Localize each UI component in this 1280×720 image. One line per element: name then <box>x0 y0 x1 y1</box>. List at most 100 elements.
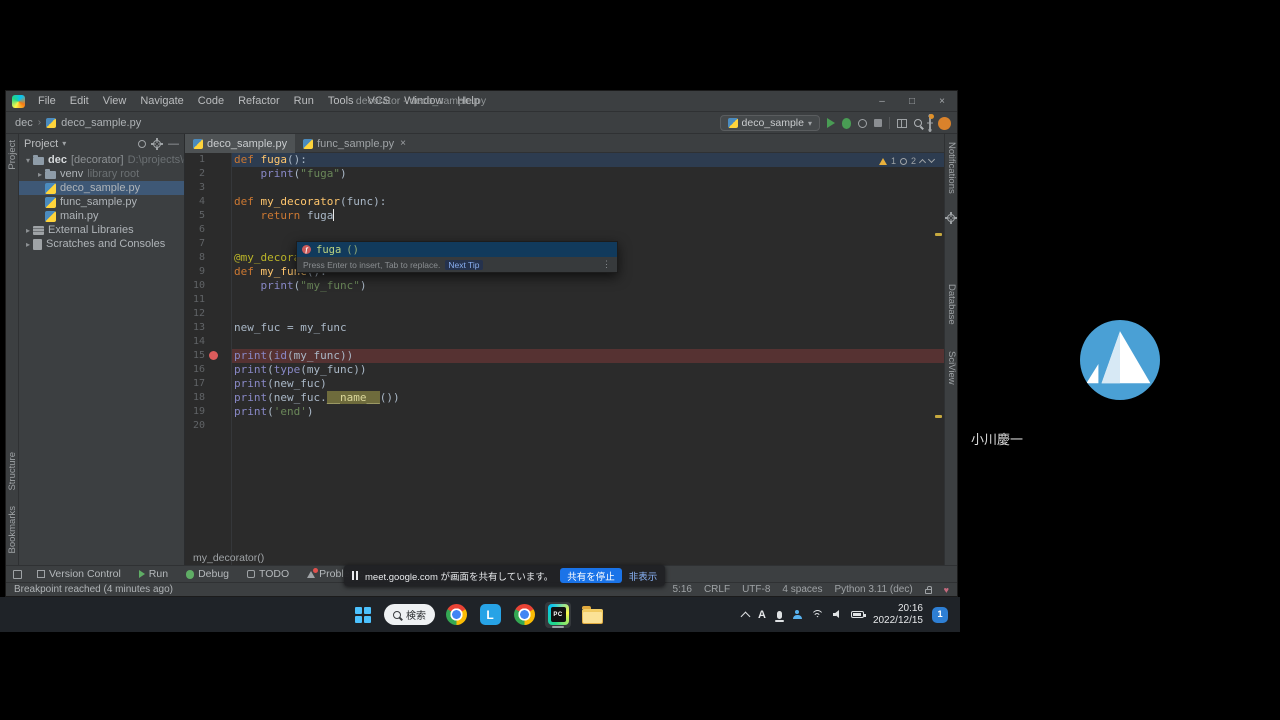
volume-icon[interactable] <box>833 610 842 619</box>
maximize-button[interactable]: □ <box>897 91 927 112</box>
hide-bar-button[interactable]: 非表示 <box>629 569 658 583</box>
code-line-19[interactable]: 19print('end') <box>185 405 944 419</box>
code-line-6[interactable]: 6 <box>185 223 944 237</box>
hide-panel-icon[interactable]: — <box>168 138 179 150</box>
tree-arrow-icon[interactable]: ▸ <box>23 240 33 249</box>
file-encoding[interactable]: UTF-8 <box>742 584 770 595</box>
code-line-11[interactable]: 11 <box>185 293 944 307</box>
more-icon[interactable]: ⋮ <box>602 259 611 270</box>
tool-window-button[interactable]: Run <box>130 566 177 582</box>
run-configuration-select[interactable]: deco_sample ▾ <box>720 115 820 131</box>
code-line-13[interactable]: 13new_fuc = my_func <box>185 321 944 335</box>
tree-row[interactable]: main.py <box>19 209 184 223</box>
tool-window-button[interactable]: Version Control <box>28 566 130 582</box>
debug-button[interactable] <box>842 118 851 129</box>
tool-stripe-sciview[interactable]: SciView <box>946 351 957 385</box>
breakpoint-icon[interactable] <box>209 351 218 360</box>
stop-sharing-button[interactable]: 共有を停止 <box>560 568 622 583</box>
menu-item[interactable]: Refactor <box>231 95 287 107</box>
tool-stripe-structure[interactable]: Structure <box>7 452 18 491</box>
profile-avatar[interactable] <box>938 117 951 130</box>
taskbar-search[interactable]: 検索 <box>384 604 435 625</box>
tool-stripe-bookmarks[interactable]: Bookmarks <box>7 506 18 554</box>
tray-overflow-icon[interactable] <box>741 611 751 621</box>
menu-item[interactable]: Code <box>191 95 231 107</box>
run-button[interactable] <box>827 118 835 128</box>
completion-item[interactable]: f fuga () <box>297 242 617 257</box>
close-button[interactable]: × <box>927 91 957 112</box>
tree-row[interactable]: deco_sample.py <box>19 181 184 195</box>
line-ending[interactable]: CRLF <box>704 584 730 595</box>
battery-icon[interactable] <box>851 611 864 618</box>
menu-item[interactable]: File <box>31 95 63 107</box>
tool-window-switcher-icon[interactable] <box>13 570 22 579</box>
chevron-down-icon[interactable]: ▾ <box>62 139 66 148</box>
tool-window-button[interactable]: TODO <box>238 566 298 582</box>
microphone-icon[interactable] <box>777 611 782 619</box>
taskbar-clock[interactable]: 20:16 2022/12/15 <box>873 603 923 627</box>
scope-breadcrumb[interactable]: my_decorator() <box>193 552 264 564</box>
cursor-position[interactable]: 5:16 <box>672 584 691 595</box>
python-interpreter[interactable]: Python 3.11 (dec) <box>834 584 912 595</box>
locate-icon[interactable] <box>138 140 146 148</box>
editor-tab[interactable]: deco_sample.py <box>185 134 295 153</box>
tool-stripe-project[interactable]: Project <box>7 140 18 170</box>
code-line-10[interactable]: 10 print("my_func") <box>185 279 944 293</box>
inspections-widget[interactable]: 1 2 <box>879 156 934 166</box>
tree-row[interactable]: ▸ venv library root <box>19 167 184 181</box>
next-tip-link[interactable]: Next Tip <box>445 260 482 270</box>
prev-issue-icon[interactable] <box>919 159 926 166</box>
code-line-14[interactable]: 14 <box>185 335 944 349</box>
code-line-4[interactable]: 4def my_decorator(func): <box>185 195 944 209</box>
taskbar-app-pycharm[interactable]: PC <box>545 602 571 628</box>
settings-gear-icon[interactable] <box>929 117 931 129</box>
search-everywhere-icon[interactable] <box>914 119 922 127</box>
code-editor[interactable]: 1def fuga():2 print("fuga")34def my_deco… <box>185 153 944 565</box>
menu-item[interactable]: Edit <box>63 95 96 107</box>
breadcrumb-root[interactable]: dec <box>15 117 33 129</box>
layout-icon[interactable] <box>897 119 907 128</box>
ime-indicator[interactable]: A <box>758 609 766 621</box>
tree-arrow-icon[interactable]: ▸ <box>35 170 45 179</box>
code-line-2[interactable]: 2 print("fuga") <box>185 167 944 181</box>
code-line-1[interactable]: 1def fuga(): <box>185 153 944 167</box>
run-coverage-button[interactable] <box>858 119 867 128</box>
presence-icon[interactable] <box>793 610 802 619</box>
tool-window-button[interactable]: Debug <box>177 566 238 582</box>
code-line-3[interactable]: 3 <box>185 181 944 195</box>
readonly-lock-icon[interactable] <box>925 589 932 594</box>
code-line-12[interactable]: 12 <box>185 307 944 321</box>
project-panel-title[interactable]: Project <box>24 138 58 150</box>
code-line-17[interactable]: 17print(new_fuc) <box>185 377 944 391</box>
menu-item[interactable]: View <box>96 95 134 107</box>
close-tab-icon[interactable]: × <box>400 138 406 149</box>
taskbar-app-line[interactable]: L <box>477 602 503 628</box>
breadcrumb-file[interactable]: deco_sample.py <box>61 117 141 129</box>
code-line-15[interactable]: 15print(id(my_func)) <box>185 349 944 363</box>
start-button[interactable] <box>350 602 376 628</box>
panel-settings-icon[interactable] <box>153 140 161 148</box>
code-line-20[interactable]: 20 <box>185 419 944 433</box>
taskbar-app-chrome[interactable] <box>443 602 469 628</box>
menu-item[interactable]: Navigate <box>133 95 190 107</box>
tree-row[interactable]: ▸ External Libraries <box>19 223 184 237</box>
pause-share-icon[interactable] <box>352 571 358 580</box>
code-line-18[interactable]: 18print(new_fuc.__name__()) <box>185 391 944 405</box>
tree-row[interactable]: ▾ dec [decorator] D:\projects\dec <box>19 153 184 167</box>
code-line-16[interactable]: 16print(type(my_func)) <box>185 363 944 377</box>
indent-style[interactable]: 4 spaces <box>782 584 822 595</box>
editor-tab[interactable]: func_sample.py × <box>295 134 414 153</box>
tree-row[interactable]: ▸ Scratches and Consoles <box>19 237 184 251</box>
tool-stripe-notifications[interactable]: Notifications <box>946 142 957 194</box>
tree-arrow-icon[interactable]: ▸ <box>23 226 33 235</box>
tool-stripe-database[interactable]: Database <box>946 284 957 325</box>
code-line-5[interactable]: 5 return fuga <box>185 209 944 223</box>
next-issue-icon[interactable] <box>928 156 935 163</box>
taskbar-app-chrome-2[interactable] <box>511 602 537 628</box>
minimize-button[interactable]: – <box>867 91 897 112</box>
tree-row[interactable]: func_sample.py <box>19 195 184 209</box>
taskbar-app-explorer[interactable] <box>579 602 605 628</box>
stop-button[interactable] <box>874 119 882 127</box>
wifi-icon[interactable] <box>811 610 824 620</box>
stripe-gear-icon[interactable] <box>947 214 955 222</box>
